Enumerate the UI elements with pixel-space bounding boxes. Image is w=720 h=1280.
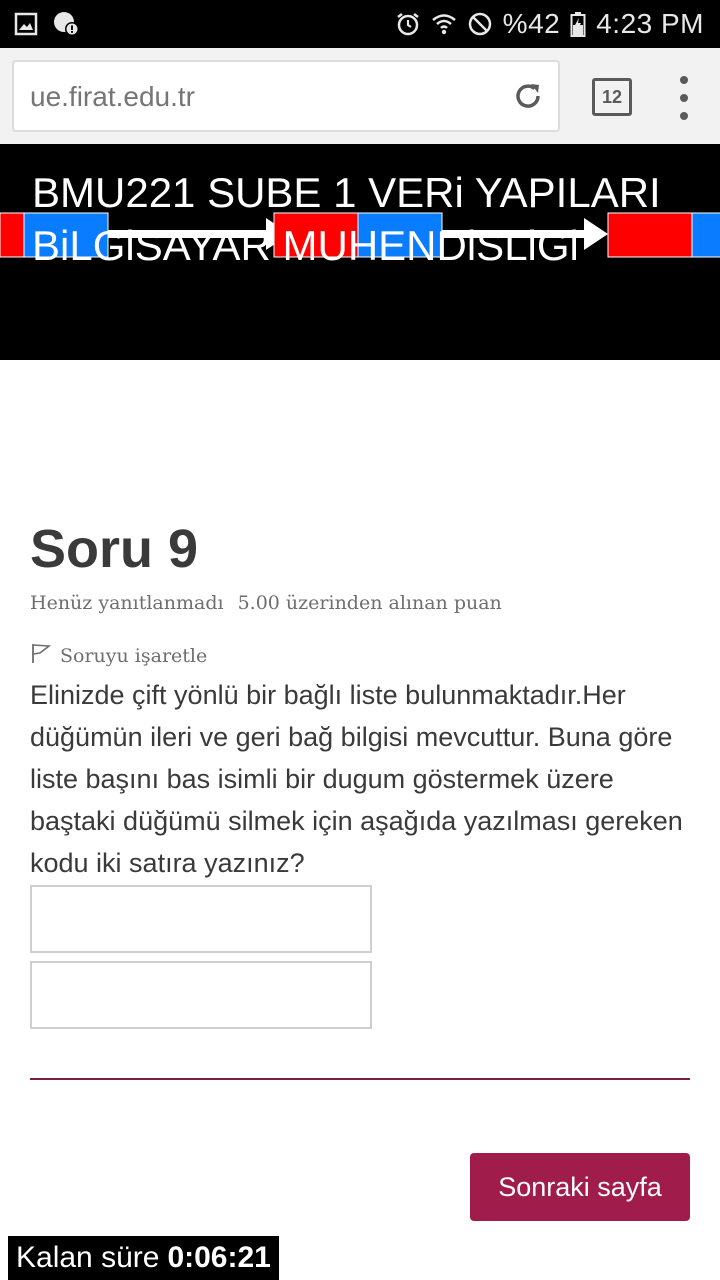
- question-text: Elinizde çift yönlü bir bağlı liste bulu…: [30, 680, 683, 878]
- status-bar: %42 4:23 PM: [0, 0, 720, 48]
- clock: 4:23 PM: [596, 8, 704, 39]
- battery-icon: [570, 11, 586, 37]
- next-page-button[interactable]: Sonraki sayfa: [470, 1153, 690, 1221]
- flag-icon[interactable]: [30, 642, 52, 669]
- answer-input-line-1[interactable]: [30, 885, 372, 953]
- status-right: %42 4:23 PM: [395, 6, 704, 42]
- url-text[interactable]: ue.firat.edu.tr: [30, 81, 195, 113]
- course-banner: BMU221 SUBE 1 VERi YAPILARI BiLGiSAYAR M…: [0, 144, 720, 360]
- browser-toolbar: ue.firat.edu.tr 12: [0, 48, 720, 144]
- question-status: Henüz yanıtlanmadı: [30, 592, 224, 614]
- time-remaining-value: 0:06:21: [167, 1241, 271, 1274]
- address-bar[interactable]: ue.firat.edu.tr: [12, 60, 560, 132]
- overflow-menu-icon[interactable]: [676, 76, 692, 120]
- alarm-icon: [395, 11, 421, 37]
- battery-percent: %42: [502, 8, 561, 39]
- flag-question-label[interactable]: Soruyu işaretle: [60, 645, 207, 667]
- gallery-icon: [14, 12, 38, 36]
- time-remaining: Kalan süre 0:06:21: [8, 1236, 279, 1280]
- reload-icon[interactable]: [512, 80, 544, 112]
- question-info: Henüz yanıtlanmadı 5.00 üzerinden alınan…: [30, 592, 502, 614]
- wifi-icon: [431, 11, 457, 37]
- do-not-disturb-icon: [467, 11, 493, 37]
- location-alert-icon: [52, 10, 80, 38]
- time-remaining-label: Kalan süre: [16, 1241, 160, 1274]
- answer-input-line-2[interactable]: [30, 961, 372, 1029]
- question-title: Soru 9: [30, 519, 199, 579]
- section-divider: [30, 1078, 690, 1080]
- tab-switcher-button[interactable]: 12: [592, 78, 632, 116]
- flag-question-link[interactable]: Soruyu işaretle: [30, 642, 207, 669]
- course-title: BMU221 SUBE 1 VERi YAPILARI BiLGiSAYAR M…: [32, 169, 661, 269]
- question-points: 5.00 üzerinden alınan puan: [237, 592, 502, 614]
- status-left: [14, 10, 80, 38]
